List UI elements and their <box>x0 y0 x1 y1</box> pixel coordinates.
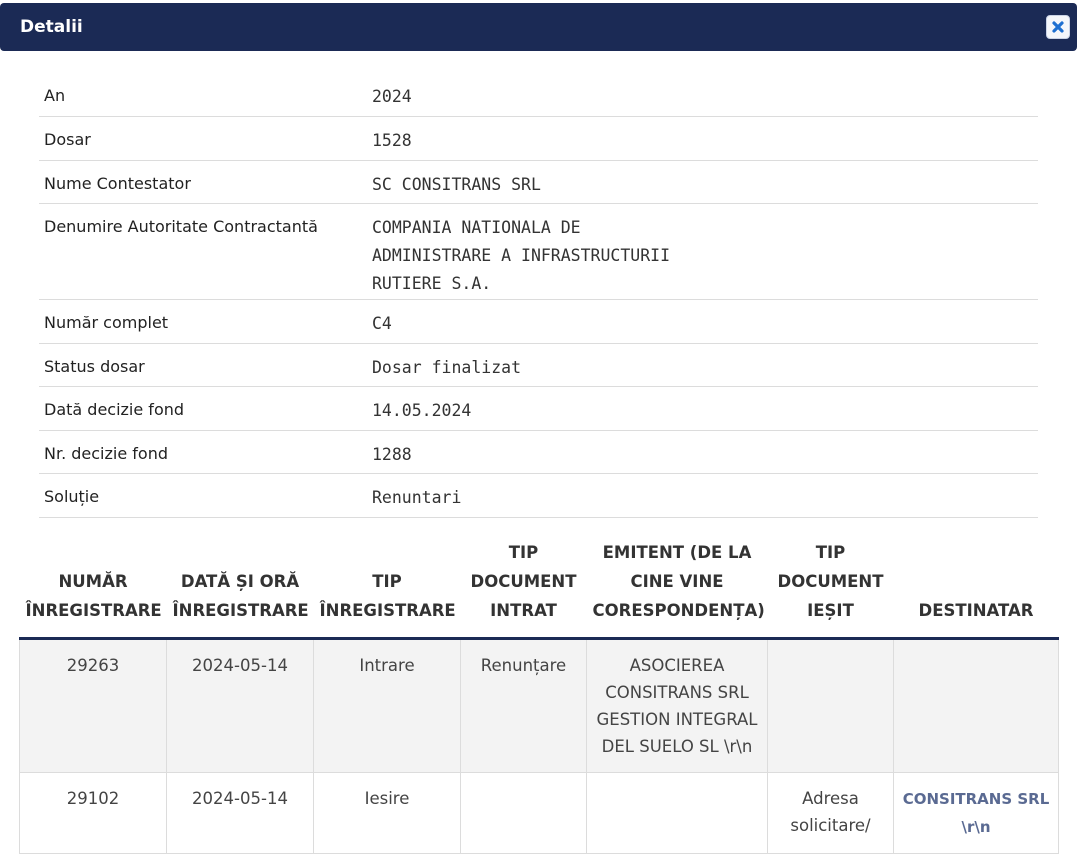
destinatar-link[interactable]: CONSITRANS SRL \r\n <box>903 790 1050 836</box>
cell-data: 2024-05-14 <box>166 772 314 854</box>
detail-value: C4 <box>372 314 392 333</box>
detail-label: Nume Contestator <box>44 174 191 193</box>
detail-row-autoritate: Denumire Autoritate Contractantă COMPANI… <box>39 204 1038 300</box>
cell-tip-inregistrare: Iesire <box>313 772 461 854</box>
cell-data: 2024-05-14 <box>166 638 314 773</box>
cell-tip-document-iesit <box>767 638 894 773</box>
col-header-numar[interactable]: NUMĂR ÎNREGISTRARE <box>19 530 167 640</box>
detail-row-contestator: Nume Contestator SC CONSITRANS SRL <box>39 161 1038 204</box>
detail-row-complet: Număr complet C4 <box>39 300 1038 344</box>
cell-destinatar: CONSITRANS SRL \r\n <box>893 772 1059 854</box>
dialog-title: Detalii <box>20 17 83 37</box>
cell-destinatar <box>893 638 1059 773</box>
detail-row-nr-decizie: Nr. decizie fond 1288 <box>39 431 1038 474</box>
col-header-emitent[interactable]: EMITENT (DE LA CINE VINE CORESPONDENȚA) <box>586 530 768 640</box>
detail-value: 2024 <box>372 87 412 106</box>
detail-row-status: Status dosar Dosar finalizat <box>39 344 1038 387</box>
registry-table: NUMĂR ÎNREGISTRARE DATĂ ȘI ORĂ ÎNREGISTR… <box>19 530 1059 854</box>
col-header-tip-document-intrat[interactable]: TIP DOCUMENT INTRAT <box>460 530 587 640</box>
cell-numar: 29263 <box>19 638 167 773</box>
detail-value: COMPANIA NATIONALA DE ADMINISTRARE A INF… <box>372 218 671 293</box>
col-header-destinatar[interactable]: DESTINATAR <box>893 530 1059 640</box>
cell-emitent <box>586 772 768 854</box>
detail-row-an: An 2024 <box>39 73 1038 117</box>
detail-label: Număr complet <box>44 313 169 332</box>
close-button[interactable] <box>1046 15 1070 39</box>
table-header-row: NUMĂR ÎNREGISTRARE DATĂ ȘI ORĂ ÎNREGISTR… <box>19 530 1059 640</box>
cell-tip-inregistrare: Intrare <box>313 638 461 773</box>
detail-row-data-decizie: Dată decizie fond 14.05.2024 <box>39 387 1038 431</box>
detail-label: Status dosar <box>44 357 145 376</box>
close-icon <box>1052 21 1064 33</box>
dialog-header: Detalii <box>0 3 1077 51</box>
detail-value: Renuntari <box>372 488 462 507</box>
table-row: 29102 2024-05-14 Iesire Adresa solicitar… <box>19 772 1059 854</box>
detail-value: 14.05.2024 <box>372 401 472 420</box>
cell-emitent: ASOCIEREA CONSITRANS SRL GESTION INTEGRA… <box>586 638 768 773</box>
detail-row-dosar: Dosar 1528 <box>39 117 1038 161</box>
details-list: An 2024 Dosar 1528 Nume Contestator SC C… <box>39 73 1038 518</box>
detail-label: Denumire Autoritate Contractantă <box>44 217 318 236</box>
detail-value: 1288 <box>372 445 412 464</box>
cell-numar: 29102 <box>19 772 167 854</box>
cell-tip-document-intrat: Renunțare <box>460 638 587 773</box>
table-row: 29263 2024-05-14 Intrare Renunțare ASOCI… <box>19 638 1059 773</box>
col-header-tip-inregistrare[interactable]: TIP ÎNREGISTRARE <box>313 530 461 640</box>
detail-label: Dată decizie fond <box>44 400 185 419</box>
detail-label: Nr. decizie fond <box>44 444 168 463</box>
detail-value: 1528 <box>372 131 412 150</box>
detail-label: Soluție <box>44 487 100 506</box>
col-header-tip-document-iesit[interactable]: TIP DOCUMENT IEȘIT <box>767 530 894 640</box>
col-header-data[interactable]: DATĂ ȘI ORĂ ÎNREGISTRARE <box>166 530 314 640</box>
cell-tip-document-iesit: Adresa solicitare/ <box>767 772 894 854</box>
detail-value: Dosar finalizat <box>372 358 522 377</box>
cell-tip-document-intrat <box>460 772 587 854</box>
detail-row-solutie: Soluție Renuntari <box>39 474 1038 518</box>
detail-label: An <box>44 86 66 105</box>
detail-label: Dosar <box>44 130 91 149</box>
detail-value: SC CONSITRANS SRL <box>372 175 541 194</box>
